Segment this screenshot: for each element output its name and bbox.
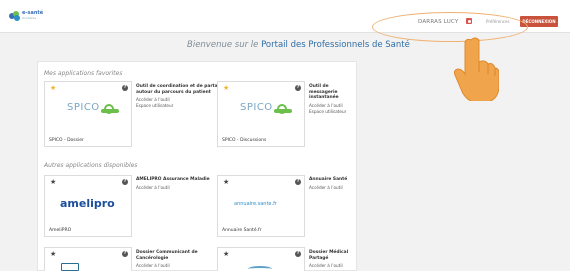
brand-text: SPICO [240, 102, 273, 113]
access-tool-link[interactable]: Accéder à l'outil [136, 185, 226, 191]
app-description: Annuaire Santé [309, 177, 348, 182]
help-icon[interactable]: ? [122, 179, 128, 185]
brand-text: SPICO [67, 102, 100, 113]
app-description: Dossier Communicant de Cancérologie [136, 250, 198, 261]
favorite-star-icon[interactable]: ★ [223, 85, 229, 92]
welcome-heading: Bienvenue sur le Portail des Professionn… [187, 40, 410, 50]
help-icon[interactable]: ? [295, 85, 301, 91]
app-card-title: AmeliPRO [49, 228, 72, 233]
dcc-logo [61, 263, 79, 271]
app-card-spico-dossier[interactable]: ★ ? SPICO SPICO - Dossier [44, 81, 132, 147]
star-icon[interactable]: ★ [50, 179, 56, 186]
help-icon[interactable]: ? [122, 85, 128, 91]
app-description: AMELIPRO Assurance Maladie [136, 177, 210, 182]
app-card-title: Annuaire Santé.fr [222, 228, 262, 233]
app-card-amelipro[interactable]: ★ ? amelipro AmeliPRO [44, 175, 132, 237]
access-tool-link[interactable]: Accéder à l'outil [309, 263, 355, 269]
help-icon[interactable]: ? [295, 179, 301, 185]
app-card-title: SPICO - Discussions [222, 138, 267, 143]
star-icon[interactable]: ★ [223, 251, 229, 258]
user-space-link[interactable]: Espace utilisateur [136, 103, 226, 109]
logo-subtitle: Occitanie [22, 16, 37, 20]
brand-text: annuaire.sante.fr [234, 201, 277, 207]
app-card-description: Outil de messagerie instantanée Accéder … [309, 84, 355, 115]
app-card-annuaire-sante[interactable]: ★ ? annuaire.sante.fr Annuaire Santé.fr [217, 175, 305, 237]
spico-logo: SPICO [218, 96, 306, 126]
app-card-description: AMELIPRO Assurance Maladie Accéder à l'o… [136, 177, 226, 191]
access-tool-link[interactable]: Accéder à l'outil [136, 263, 226, 269]
other-apps-title: Autres applications disponibles [44, 162, 138, 169]
star-icon[interactable]: ★ [50, 251, 56, 258]
user-space-link[interactable]: Espace utilisateur [309, 109, 355, 115]
annuaire-logo: annuaire.sante.fr [218, 190, 306, 220]
app-card-description: Dossier Médical Partagé Accéder à l'outi… [309, 250, 355, 269]
app-card-spico-discussions[interactable]: ★ ? SPICO SPICO - Discussions [217, 81, 305, 147]
portal-name: Portail des Professionnels de Santé [261, 40, 410, 50]
app-description: Dossier Médical Partagé [309, 250, 349, 261]
app-card-dmp[interactable]: ★ ? [217, 247, 305, 271]
amelipro-logo: amelipro [45, 190, 133, 220]
spico-logo: SPICO [45, 96, 133, 126]
app-card-description: Dossier Communicant de Cancérologie Accé… [136, 250, 226, 269]
esante-logo[interactable]: e-santé Occitanie [9, 10, 59, 22]
favorites-title: Mes applications favorites [44, 70, 123, 77]
app-card-dcc[interactable]: ★ ? [44, 247, 132, 271]
help-icon[interactable]: ? [122, 251, 128, 257]
app-description: Outil de coordination et de partage auto… [136, 84, 224, 95]
brand-text: amelipro [60, 197, 115, 210]
app-card-description: Outil de coordination et de partage auto… [136, 84, 226, 109]
favorite-star-icon[interactable]: ★ [50, 85, 56, 92]
app-card-title: SPICO - Dossier [49, 138, 84, 143]
dmp-logo [248, 266, 272, 271]
star-icon[interactable]: ★ [223, 179, 229, 186]
help-icon[interactable]: ? [295, 251, 301, 257]
highlight-ellipse [372, 12, 528, 42]
welcome-prefix: Bienvenue sur le [187, 40, 259, 50]
access-tool-link[interactable]: Accéder à l'outil [309, 185, 355, 191]
app-description: Outil de messagerie instantanée [309, 84, 339, 100]
app-card-description: Annuaire Santé Accéder à l'outil [309, 177, 355, 191]
logo-icon [9, 11, 21, 21]
pointing-hand-icon [453, 37, 499, 101]
